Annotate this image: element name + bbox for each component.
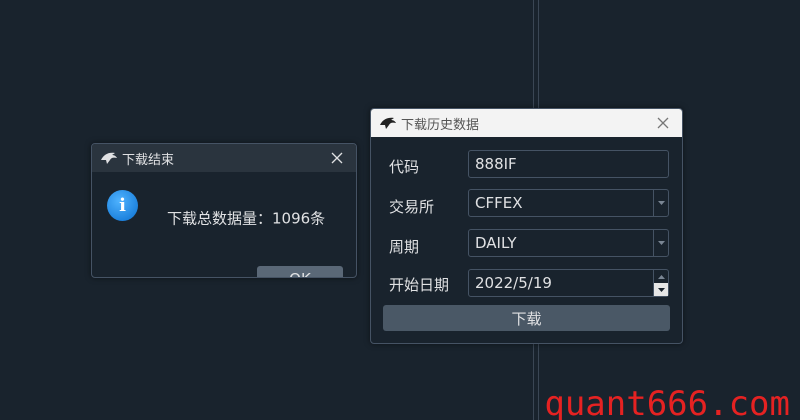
watermark-text: quant666.com	[544, 384, 790, 420]
dialog-title: 下载历史数据	[401, 117, 480, 133]
start-date-edit[interactable]: 2022/5/19	[468, 269, 669, 297]
chevron-up-icon	[657, 274, 665, 279]
start-date-label: 开始日期	[389, 276, 450, 294]
close-button[interactable]	[328, 149, 346, 167]
date-spinner[interactable]	[653, 270, 668, 296]
message-text: 下载总数据量：1096条	[167, 209, 326, 228]
ok-button[interactable]: OK	[257, 266, 343, 277]
info-icon: i	[107, 190, 138, 221]
close-button[interactable]	[654, 114, 672, 132]
close-icon	[331, 152, 343, 164]
chevron-down-icon	[657, 287, 665, 292]
download-finished-dialog: 下载结束 i 下载总数据量：1096条 OK	[91, 143, 357, 278]
chevron-down-icon	[657, 201, 665, 205]
close-icon	[657, 117, 669, 129]
code-label: 代码	[389, 158, 420, 176]
app-logo-icon	[380, 117, 396, 129]
dialog-titlebar[interactable]: 下载历史数据	[371, 109, 682, 137]
app-logo-icon	[101, 152, 117, 164]
code-value: 888IF	[475, 155, 517, 173]
dialog-body: i 下载总数据量：1096条 OK	[92, 172, 356, 277]
exchange-value: CFFEX	[475, 194, 523, 212]
exchange-combobox[interactable]: CFFEX	[468, 189, 669, 217]
dropdown-arrow[interactable]	[653, 190, 668, 216]
dialog-title: 下载结束	[122, 152, 175, 168]
download-history-dialog: 下载历史数据 代码 888IF 交易所 CFFEX 周期 DAILY 开始日期 …	[370, 108, 683, 344]
download-button[interactable]: 下载	[383, 305, 670, 331]
dialog-titlebar[interactable]: 下载结束	[92, 144, 356, 172]
interval-combobox[interactable]: DAILY	[468, 229, 669, 257]
interval-label: 周期	[389, 238, 420, 256]
code-input[interactable]: 888IF	[468, 150, 669, 178]
exchange-label: 交易所	[389, 198, 435, 216]
chevron-down-icon	[657, 241, 665, 245]
start-date-value: 2022/5/19	[475, 274, 552, 292]
desktop: 下载结束 i 下载总数据量：1096条 OK 下载历史数据	[0, 0, 800, 420]
spin-down-button[interactable]	[654, 283, 668, 296]
dialog-body: 代码 888IF 交易所 CFFEX 周期 DAILY 开始日期 2022/5/…	[371, 137, 682, 343]
spin-up-button[interactable]	[654, 270, 668, 283]
dropdown-arrow[interactable]	[653, 230, 668, 256]
interval-value: DAILY	[475, 234, 517, 252]
